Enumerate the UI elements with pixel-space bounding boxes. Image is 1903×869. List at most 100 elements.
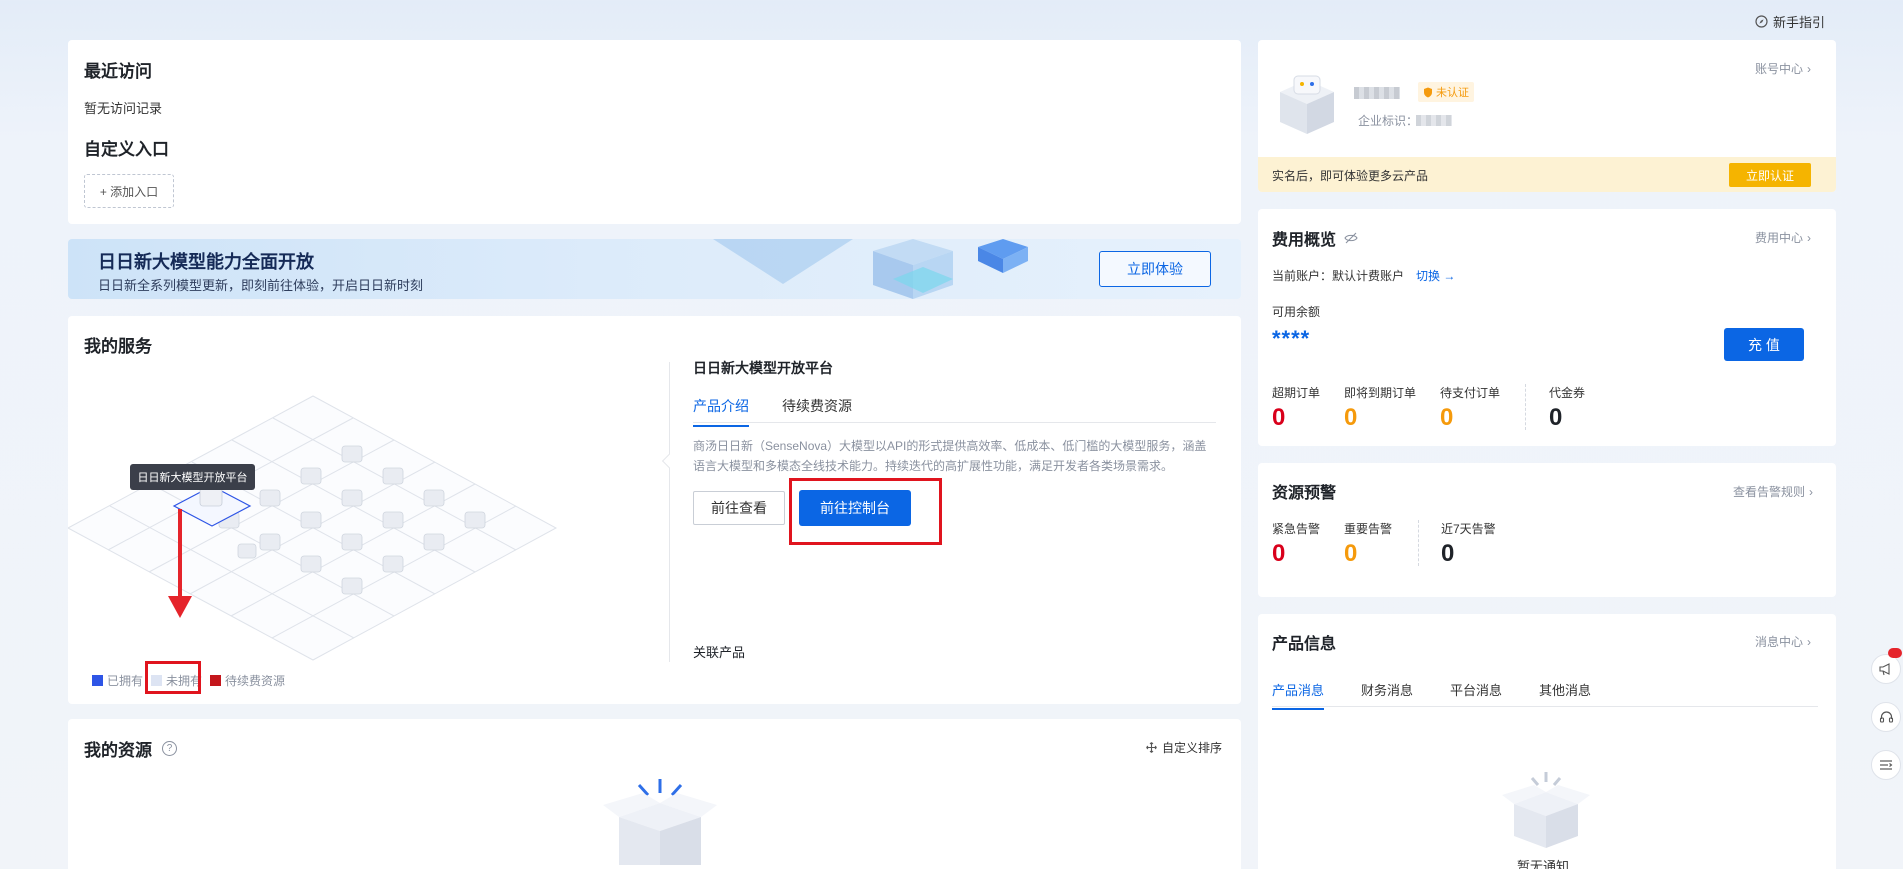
billing-title: 费用概览 xyxy=(1272,232,1337,249)
alert-last-7-days[interactable]: 近7天告警 0 xyxy=(1441,520,1496,568)
my-services-card: 我的服务 日日新大模型开放平台 已拥有 未拥有 待续费资源 日日新大模型开放平台… xyxy=(68,316,1241,704)
stat-label: 即将到期订单 xyxy=(1344,386,1417,400)
my-resources-card: 我的资源 ? 自定义排序 xyxy=(68,719,1241,869)
alert-rules-label: 查看告警规则 xyxy=(1733,485,1806,499)
message-center-link[interactable]: 消息中心 › xyxy=(1755,633,1811,650)
alert-value: 0 xyxy=(1344,540,1358,567)
legend-swatch-renew xyxy=(210,675,222,686)
shield-icon xyxy=(1423,87,1433,98)
messages-tabs-underline xyxy=(1272,706,1818,707)
arrow-right-icon: → xyxy=(1440,269,1456,283)
eye-hidden-icon[interactable] xyxy=(1344,232,1358,244)
balance-label: 可用余额 xyxy=(1272,305,1321,319)
legend-swatch-owned xyxy=(92,675,103,686)
alert-urgent[interactable]: 紧急告警 0 xyxy=(1272,520,1320,568)
custom-entry-title: 自定义入口 xyxy=(84,140,169,159)
announcement-float-button[interactable] xyxy=(1871,654,1901,684)
messages-empty-text: 暂无通知 xyxy=(1517,859,1570,869)
promo-banner: 日日新大模型能力全面开放 日日新全系列模型更新，即刻前往体验，开启日日新时刻 立… xyxy=(68,239,1241,299)
banner-subtitle: 日日新全系列模型更新，即刻前往体验，开启日日新时刻 xyxy=(98,278,424,293)
stat-value: 0 xyxy=(1549,404,1563,431)
stat-value: 0 xyxy=(1344,404,1358,431)
alerts-card: 资源预警 查看告警规则 › 紧急告警 0 重要告警 0 近7天告警 0 xyxy=(1258,463,1836,597)
stat-value: 0 xyxy=(1440,404,1454,431)
help-icon[interactable]: ? xyxy=(162,741,177,756)
new-user-guide-link[interactable]: 新手指引 xyxy=(1755,12,1825,31)
verify-now-button[interactable]: 立即认证 xyxy=(1729,163,1811,187)
recharge-button[interactable]: 充 值 xyxy=(1724,328,1804,361)
org-id-masked xyxy=(1416,115,1452,126)
banner-decoration xyxy=(713,239,1028,299)
tab-product-intro[interactable]: 产品介绍 xyxy=(693,396,749,427)
stat-label: 待支付订单 xyxy=(1440,386,1501,400)
legend-label-renew: 待续费资源 xyxy=(225,674,286,688)
messages-card: 产品信息 消息中心 › 产品消息 财务消息 平台消息 其他消息 暂无通知 xyxy=(1258,614,1836,869)
new-badge-icon xyxy=(1888,648,1902,658)
stat-label: 代金券 xyxy=(1549,386,1586,400)
message-center-label: 消息中心 xyxy=(1755,635,1804,649)
legend-label-owned: 已拥有 xyxy=(107,674,144,688)
stat-divider xyxy=(1525,384,1526,430)
balance-value: **** xyxy=(1272,326,1311,351)
stat-vouchers[interactable]: 代金券 0 xyxy=(1549,384,1585,432)
legend-item-owned: 已拥有 xyxy=(92,672,143,689)
avatar xyxy=(1280,75,1334,134)
related-products-title: 关联产品 xyxy=(693,645,746,660)
stat-label: 超期订单 xyxy=(1272,386,1321,400)
billing-center-label: 费用中心 xyxy=(1755,231,1804,245)
billing-card: 费用概览 费用中心 › 当前账户：默认计费账户 切换 → 可用余额 **** 充… xyxy=(1258,209,1836,446)
unverified-label: 未认证 xyxy=(1436,87,1469,99)
move-icon xyxy=(1146,742,1157,753)
alert-important[interactable]: 重要告警 0 xyxy=(1344,520,1392,568)
chevron-right-icon: › xyxy=(1807,61,1812,76)
collapse-menu-button[interactable] xyxy=(1871,750,1901,780)
alerts-title: 资源预警 xyxy=(1272,485,1337,502)
highlight-console-button xyxy=(789,478,942,545)
tab-pending-renewal[interactable]: 待续费资源 xyxy=(782,396,852,416)
billing-center-link[interactable]: 费用中心 › xyxy=(1755,229,1811,246)
banner-title: 日日新大模型能力全面开放 xyxy=(98,252,314,272)
account-card: 账号中心 › 未认证 企业标识： 实名后，即可体验更多云产品 立即认证 xyxy=(1258,40,1836,192)
stat-value: 0 xyxy=(1272,404,1286,431)
add-entry-button[interactable]: + 添加入口 xyxy=(84,174,174,208)
panel-divider xyxy=(669,362,670,662)
stat-expiring-orders[interactable]: 即将到期订单 0 xyxy=(1344,384,1416,432)
stat-overdue-orders[interactable]: 超期订单 0 xyxy=(1272,384,1320,432)
username-masked xyxy=(1354,87,1400,99)
chevron-right-icon: › xyxy=(1807,230,1812,245)
highlight-not-owned xyxy=(145,661,201,694)
recent-visits-empty: 暂无访问记录 xyxy=(84,101,163,116)
custom-sort-label: 自定义排序 xyxy=(1162,741,1223,755)
switch-account-link[interactable]: 切换 → xyxy=(1416,267,1455,284)
go-view-button[interactable]: 前往查看 xyxy=(693,491,785,525)
tab-other-messages[interactable]: 其他消息 xyxy=(1539,680,1591,699)
tab-product-messages[interactable]: 产品消息 xyxy=(1272,680,1325,710)
headset-icon xyxy=(1879,710,1894,725)
recent-visits-title: 最近访问 xyxy=(84,62,152,81)
alert-divider xyxy=(1418,520,1419,566)
chevron-right-icon: › xyxy=(1807,634,1812,649)
stat-pending-payment[interactable]: 待支付订单 0 xyxy=(1440,384,1500,432)
megaphone-icon xyxy=(1878,662,1894,676)
guide-label: 新手指引 xyxy=(1773,15,1826,30)
legend-item-renew: 待续费资源 xyxy=(210,672,285,689)
account-center-link[interactable]: 账号中心 › xyxy=(1755,60,1811,77)
switch-label: 切换 xyxy=(1416,269,1441,283)
empty-box-illustration xyxy=(603,779,717,865)
unverified-badge: 未认证 xyxy=(1418,82,1474,102)
chevron-right-icon: › xyxy=(1809,484,1814,499)
verify-notice-bar: 实名后，即可体验更多云产品 立即认证 xyxy=(1258,157,1836,192)
account-center-label: 账号中心 xyxy=(1755,62,1804,76)
try-now-button[interactable]: 立即体验 xyxy=(1099,251,1211,287)
alert-value: 0 xyxy=(1272,540,1286,567)
alert-rules-link[interactable]: 查看告警规则 › xyxy=(1733,483,1813,500)
custom-sort-button[interactable]: 自定义排序 xyxy=(1146,739,1222,756)
alert-label: 近7天告警 xyxy=(1441,522,1496,536)
tab-finance-messages[interactable]: 财务消息 xyxy=(1361,680,1413,699)
my-resources-title: 我的资源 xyxy=(84,741,152,760)
customer-service-button[interactable] xyxy=(1871,702,1901,732)
alert-value: 0 xyxy=(1441,540,1455,567)
product-tabs-underline xyxy=(693,422,1216,423)
tab-platform-messages[interactable]: 平台消息 xyxy=(1450,680,1502,699)
alert-label: 重要告警 xyxy=(1344,522,1393,536)
